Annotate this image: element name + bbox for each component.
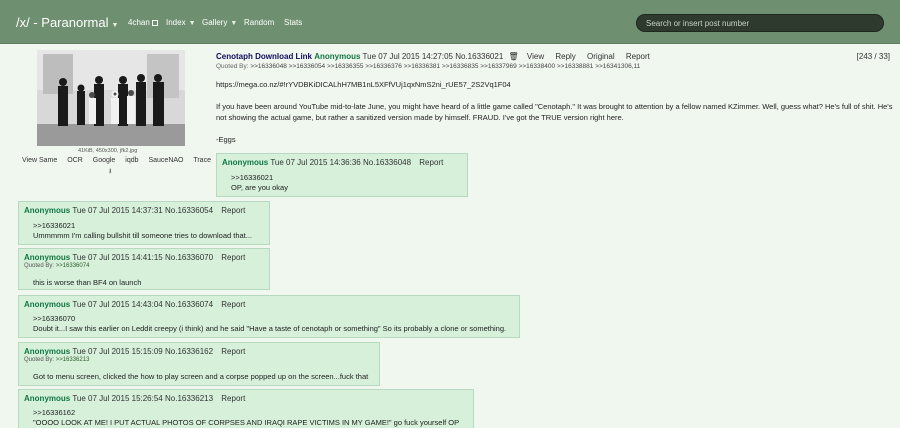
search-input[interactable]	[636, 14, 884, 32]
post-text: OP, are you okay	[231, 183, 288, 192]
poster-name: Anonymous	[222, 158, 269, 167]
post-number[interactable]: No.16336074	[165, 300, 213, 309]
post-text: "OOOO LOOK AT ME! I PUT ACTUAL PHOTOS OF…	[33, 418, 460, 427]
post-number[interactable]: No.16336048	[363, 158, 411, 167]
op-post-header: Cenotaph Download Link Anonymous Tue 07 …	[216, 52, 653, 61]
reply-post: Anonymous Tue 07 Jul 2015 14:36:36 No.16…	[216, 153, 468, 197]
post-datetime: Tue 07 Jul 2015 14:41:15	[72, 253, 163, 262]
report-button[interactable]: Report	[416, 156, 446, 169]
iqdb-link[interactable]: iqdb	[125, 157, 138, 164]
reply-post: Anonymous Tue 07 Jul 2015 14:43:04 No.16…	[18, 295, 520, 338]
nav-random-link[interactable]: Random	[244, 18, 274, 27]
poster-name: Anonymous	[314, 52, 361, 61]
quoted-by: Quoted By: >>16336048 >>16336054 >>16336…	[216, 63, 640, 70]
external-link-icon	[151, 20, 158, 26]
quoted-by: Quoted By: >>16336213	[24, 357, 89, 363]
saucenao-link[interactable]: SauceNAO	[148, 157, 183, 164]
post-datetime: Tue 07 Jul 2015 14:27:05	[362, 52, 453, 61]
view-same-link[interactable]: View Same	[22, 157, 57, 164]
poster-name: Anonymous	[24, 394, 71, 403]
reply-post: Anonymous Tue 07 Jul 2015 15:26:54 No.16…	[18, 389, 474, 428]
nav-gallery-menu[interactable]: Gallery ▼	[202, 18, 237, 27]
nav-4chan-link[interactable]: 4chan	[128, 18, 158, 27]
post-text: this is worse than BF4 on launch	[33, 278, 142, 287]
post-subject: Cenotaph Download Link	[216, 52, 312, 61]
group-photo-image	[37, 50, 185, 146]
quoted-by-links[interactable]: >>16336213	[56, 357, 90, 363]
post-number[interactable]: No.16336054	[165, 206, 213, 215]
poster-name: Anonymous	[24, 347, 71, 356]
report-button[interactable]: Report	[218, 251, 248, 264]
reply-image-count: [243 / 33]	[856, 52, 890, 61]
post-text: Doubt it...I saw this earlier on Leddit …	[33, 324, 507, 333]
trash-icon[interactable]: 🗑	[509, 52, 519, 61]
nav-gallery-label: Gallery	[202, 18, 228, 27]
reply-button[interactable]: Reply	[552, 50, 578, 63]
view-button[interactable]: View	[524, 50, 547, 63]
report-button[interactable]: Report	[623, 50, 653, 63]
poster-name: Anonymous	[24, 300, 71, 309]
report-button[interactable]: Report	[218, 204, 248, 217]
original-button[interactable]: Original	[584, 50, 618, 63]
post-number[interactable]: No.16336070	[165, 253, 213, 262]
top-navigation-bar: /x/ - Paranormal ▼ 4chan Index ▼ Gallery ▼ …	[0, 0, 900, 44]
report-button[interactable]: Report	[218, 392, 248, 405]
quoted-by-links[interactable]: >>16336048 >>16336054 >>16336355 >>16336…	[250, 63, 640, 70]
reply-post: Anonymous Tue 07 Jul 2015 14:41:15 No.16…	[18, 248, 270, 290]
report-button[interactable]: Report	[218, 345, 248, 358]
nav-index-menu[interactable]: Index ▼	[166, 18, 196, 27]
post-datetime: Tue 07 Jul 2015 14:36:36	[270, 158, 361, 167]
board-title: /x/ - Paranormal	[16, 15, 109, 30]
poster-name: Anonymous	[24, 253, 71, 262]
quote-link[interactable]: >>16336021	[33, 221, 75, 231]
op-post-body: https://mega.co.nz/#!rYVDBKiDICALhH7MB1n…	[216, 79, 896, 156]
quote-link[interactable]: >>16336070	[33, 314, 75, 324]
google-link[interactable]: Google	[93, 157, 116, 164]
post-datetime: Tue 07 Jul 2015 14:43:04	[72, 300, 163, 309]
op-thumbnail-image[interactable]	[37, 50, 185, 146]
quoted-by-label: Quoted By:	[24, 357, 55, 363]
nav-4chan-label: 4chan	[128, 18, 150, 27]
quoted-by-label: Quoted By:	[24, 263, 55, 269]
chevron-down-icon: ▼	[111, 22, 119, 29]
post-number[interactable]: No.16336213	[165, 394, 213, 403]
quote-link[interactable]: >>16336162	[33, 408, 75, 418]
post-datetime: Tue 07 Jul 2015 15:15:09	[72, 347, 163, 356]
chevron-down-icon: ▼	[188, 20, 196, 27]
ocr-link[interactable]: OCR	[67, 157, 83, 164]
post-signature: -Eggs	[216, 135, 236, 144]
poster-name: Anonymous	[24, 206, 71, 215]
download-icon[interactable]: ⭳	[109, 167, 111, 178]
post-link[interactable]: https://mega.co.nz/#!rYVDBKiDICALhH7MB1n…	[216, 79, 896, 90]
board-selector[interactable]: /x/ - Paranormal ▼	[16, 15, 118, 30]
nav-index-label: Index	[166, 18, 186, 27]
reply-post: Anonymous Tue 07 Jul 2015 14:37:31 No.16…	[18, 201, 270, 245]
quote-link[interactable]: >>16336021	[231, 173, 273, 183]
quoted-by: Quoted By: >>16336074	[24, 263, 89, 269]
chevron-down-icon: ▼	[230, 20, 238, 27]
image-search-links: View Same OCR Google iqdb SauceNAO Trace	[22, 157, 219, 164]
quoted-by-links[interactable]: >>16336074	[56, 263, 90, 269]
post-paragraph: If you have been around YouTube mid-to-l…	[216, 102, 893, 122]
post-datetime: Tue 07 Jul 2015 15:26:54	[72, 394, 163, 403]
post-text: Ummmmm I'm calling bullshit till someone…	[33, 231, 253, 240]
nav-stats-link[interactable]: Stats	[284, 18, 302, 27]
reply-post: Anonymous Tue 07 Jul 2015 15:15:09 No.16…	[18, 342, 380, 386]
report-button[interactable]: Report	[218, 298, 248, 311]
trace-link[interactable]: Trace	[193, 157, 211, 164]
post-datetime: Tue 07 Jul 2015 14:37:31	[72, 206, 163, 215]
file-info: 41KiB, 450x300, jfk2.jpg	[78, 148, 138, 154]
post-text: Got to menu screen, clicked the how to p…	[33, 372, 369, 381]
post-number[interactable]: No.16336162	[165, 347, 213, 356]
post-number[interactable]: No.16336021	[455, 52, 503, 61]
quoted-by-label: Quoted By:	[216, 63, 249, 70]
